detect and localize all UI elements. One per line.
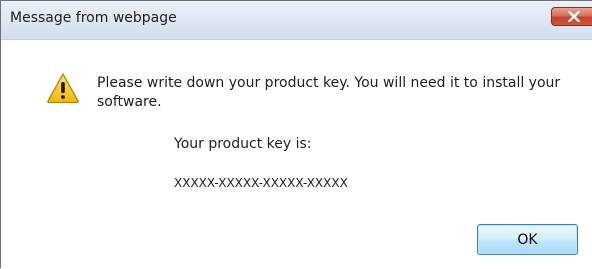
close-button[interactable] <box>551 7 592 26</box>
ok-button[interactable]: OK <box>477 224 578 255</box>
dialog-body: Please write down your product key. You … <box>1 40 592 269</box>
product-key-value: XXXXX-XXXXX-XXXXX-XXXXX <box>174 176 348 190</box>
dialog-message: Please write down your product key. You … <box>97 75 561 110</box>
dialog-title: Message from webpage <box>10 10 177 26</box>
title-bar[interactable]: Message from webpage <box>1 1 592 40</box>
warning-icon <box>47 73 79 104</box>
message-dialog: Message from webpage Please write down y… <box>0 0 592 269</box>
close-icon <box>568 11 580 22</box>
product-key-label: Your product key is: <box>174 136 312 152</box>
